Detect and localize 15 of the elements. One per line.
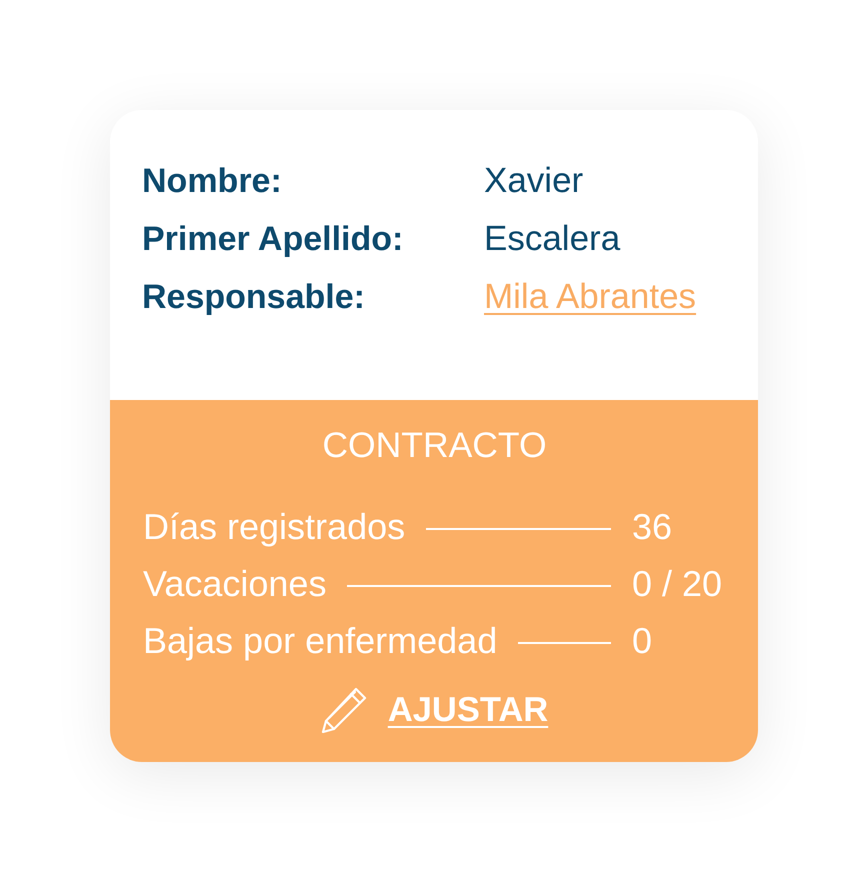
field-label: Responsable: [142,277,365,318]
field-value: Escalera [484,218,620,260]
stat-label: Bajas por enfermedad [143,619,498,663]
section-title: CONTRACTO [322,425,547,465]
field-value: Xavier [484,160,584,202]
stat-label: Vacaciones [143,562,326,606]
stat-value: 36 [632,505,674,549]
stat-value: 0 / 20 [632,562,724,606]
stat-value: 0 [632,619,654,663]
field-label: Primer Apellido: [142,219,404,260]
stat-label: Días registrados [143,505,406,549]
pencil-icon [320,687,367,733]
field-label: Nombre: [142,161,282,202]
responsible-link[interactable]: Mila Abrantes [484,277,696,317]
adjust-button[interactable]: AJUSTAR [320,685,548,735]
